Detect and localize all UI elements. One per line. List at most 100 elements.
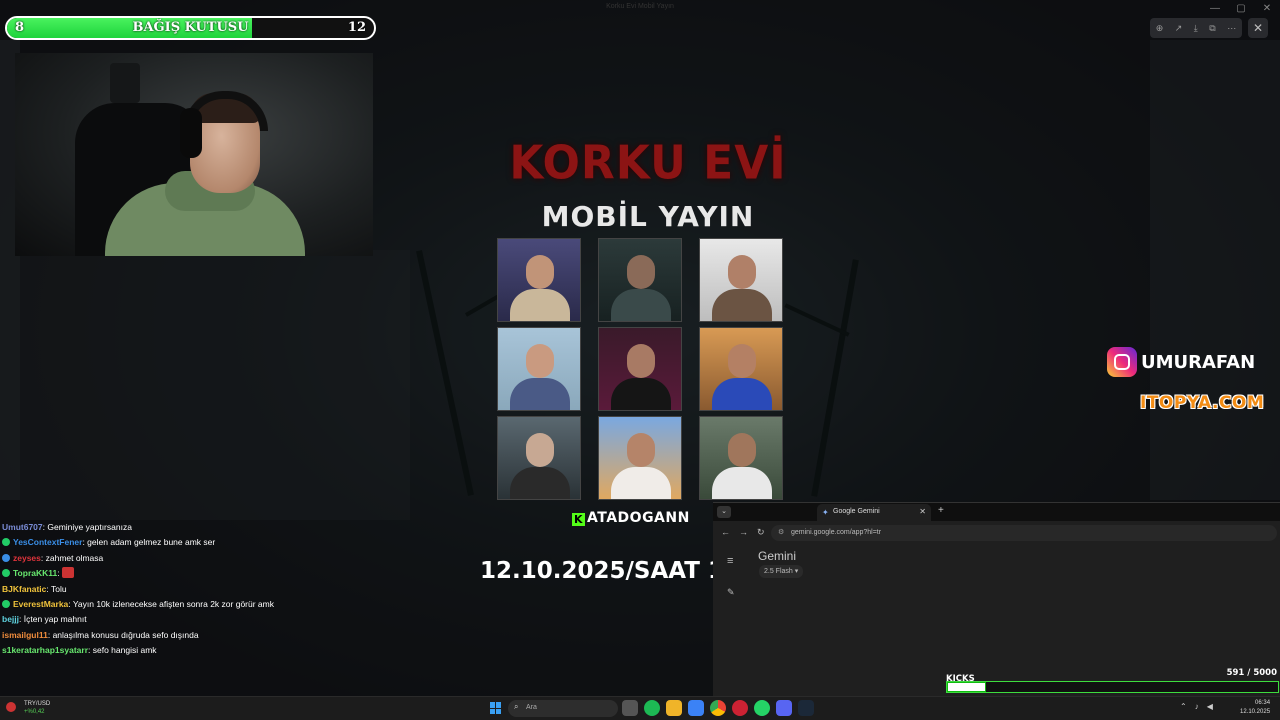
brand-name: ATADOGANN	[587, 510, 690, 526]
open-icon[interactable]: ⧉	[1209, 23, 1215, 34]
model-selector[interactable]: 2.5 Flash ▾	[759, 565, 804, 578]
chat-text: : Tolu	[46, 583, 67, 594]
kick-logo-icon: K	[572, 513, 585, 526]
maximize-icon[interactable]: ▢	[1228, 0, 1254, 16]
participant-photo	[699, 327, 783, 411]
windows-start-icon[interactable]	[490, 702, 502, 714]
chat-message: YesContextFener: gelen adam gelmez bune …	[2, 535, 422, 550]
chat-message: EverestMarka: Yayın 10k izlenecekse afiş…	[2, 597, 422, 612]
new-tab-icon[interactable]: +	[938, 505, 944, 516]
chat-text: : zahmet olmasa	[40, 552, 104, 563]
donation-goal-bar: 8 BAĞIŞ KUTUSU 12	[5, 16, 376, 40]
poster-brand: K ATADOGANN	[572, 510, 690, 526]
site-info-icon[interactable]: ⚙	[778, 528, 784, 536]
microphone-icon[interactable]: ♪	[1195, 702, 1199, 711]
kicks-count: 591 / 5000	[1226, 668, 1277, 678]
chrome-icon[interactable]	[710, 700, 726, 716]
chat-message: bejjj: İçten yap mahnıt	[2, 612, 422, 627]
webcam-feed	[15, 53, 373, 256]
address-bar[interactable]: ⚙ gemini.google.com/app?hl=tr	[771, 525, 1277, 541]
chat-username[interactable]: bejjj	[2, 614, 19, 624]
search-icon: ⌕	[514, 702, 519, 711]
reload-icon[interactable]: ↻	[757, 527, 765, 538]
whatsapp-icon[interactable]	[754, 700, 770, 716]
chat-username[interactable]: ismailgul11	[2, 630, 48, 640]
close-window-icon[interactable]: ✕	[1254, 0, 1280, 16]
discord-icon[interactable]	[776, 700, 792, 716]
system-tray: ⌃ ♪ ◀	[1180, 702, 1213, 711]
stream-screen: Korku Evi Mobil Yayın — ▢ ✕ ⊕ ↗ ⤓ ⧉ ⋯ ✕ …	[0, 0, 1280, 720]
download-icon[interactable]: ⤓	[1194, 23, 1198, 34]
tab-search-icon[interactable]: ⌄	[717, 506, 731, 518]
spotify-icon[interactable]	[644, 700, 660, 716]
search-placeholder: Ara	[526, 704, 537, 711]
browser-window: ⌄ ✦ Google Gemini ✕ + ← → ↻ ⚙ gemini.goo…	[713, 502, 1280, 696]
window-controls: — ▢ ✕	[1202, 0, 1280, 16]
chat-message: TopraKK11:	[2, 566, 422, 581]
zoom-icon[interactable]: ⊕	[1156, 23, 1164, 34]
window-title: Korku Evi Mobil Yayın	[606, 3, 674, 10]
more-icon[interactable]: ⋯	[1227, 23, 1236, 34]
chat-username[interactable]: zeyses	[13, 553, 41, 563]
gemini-icon: ✦	[822, 508, 829, 517]
badge-icon	[2, 600, 10, 609]
chat-username[interactable]: TopraKK11	[13, 568, 57, 578]
chat-username[interactable]: EverestMarka	[13, 599, 68, 609]
currency-icon	[6, 702, 16, 712]
tab-close-icon[interactable]: ✕	[919, 507, 926, 516]
menu-icon[interactable]: ≡	[727, 555, 733, 567]
tray-chevron-icon[interactable]: ⌃	[1180, 702, 1187, 711]
chat-text: : İçten yap mahnıt	[19, 614, 87, 625]
nav-bar: ← → ↻ ⚙ gemini.google.com/app?hl=tr	[713, 521, 1280, 545]
poster-date: 12.10.2025/SAAT 18:00	[480, 558, 720, 584]
emote-icon	[62, 567, 74, 579]
clock-time: 06:34	[1255, 700, 1271, 706]
badge-icon	[2, 538, 10, 547]
opera-icon[interactable]	[732, 700, 748, 716]
chat-username[interactable]: s1keratarhap1syatarr	[2, 645, 88, 655]
chat-message: s1keratarhap1syatarr: sefo hangisi amk	[2, 643, 422, 658]
participant-grid	[497, 238, 783, 500]
new-chat-icon[interactable]: ✎	[727, 587, 735, 598]
lamp-shape	[110, 63, 140, 103]
chat-message: zeyses: zahmet olmasa	[2, 551, 422, 566]
viewer-close-icon[interactable]: ✕	[1248, 18, 1268, 38]
forward-icon[interactable]: →	[739, 527, 748, 537]
tab-gemini[interactable]: ✦ Google Gemini ✕	[817, 504, 931, 521]
ticker-name: TRY/USD	[24, 701, 51, 707]
kicks-progress-bar	[946, 681, 1279, 693]
minimize-icon[interactable]: —	[1202, 0, 1228, 16]
gemini-title: Gemini	[758, 549, 797, 563]
chat-text: : Geminiye yaptırsanıza	[42, 522, 132, 532]
clock[interactable]: 06:34 12.10.2025	[1240, 699, 1270, 717]
chat-username[interactable]: Umut6707	[2, 522, 43, 532]
chat-text: : Yayın 10k izlenecekse afişten sonra 2k…	[68, 599, 274, 610]
chat-message: ismailgul11: anlaşılma konusu dığruda se…	[2, 628, 422, 643]
clock-date: 12.10.2025	[1240, 709, 1271, 715]
share-icon[interactable]: ↗	[1175, 23, 1183, 34]
outlook-icon[interactable]	[688, 700, 704, 716]
task-view-icon[interactable]	[622, 700, 638, 716]
sponsor-site: ITOPYA.COM	[1140, 393, 1265, 413]
back-icon[interactable]: ←	[721, 527, 730, 537]
file-explorer-icon[interactable]	[666, 700, 682, 716]
member-panel	[1150, 40, 1280, 500]
ticker-widget[interactable]: TRY/USD +%0,42	[6, 700, 50, 716]
badge-icon	[2, 553, 10, 562]
chat-username[interactable]: BJKfanatic	[2, 584, 46, 594]
volume-icon[interactable]: ◀	[1207, 702, 1213, 711]
participant-photo	[598, 416, 682, 500]
chat-text: : sefo hangisi amk	[88, 645, 157, 656]
participant-photo	[598, 327, 682, 411]
participant-photo	[598, 238, 682, 322]
taskbar-search[interactable]: ⌕ Ara	[508, 700, 618, 717]
url-text: gemini.google.com/app?hl=tr	[791, 529, 882, 536]
participant-photo	[699, 238, 783, 322]
badge-icon	[2, 569, 10, 578]
instagram-icon	[1107, 347, 1137, 377]
steam-icon[interactable]	[798, 700, 814, 716]
participant-photo	[699, 416, 783, 500]
tab-title: Google Gemini	[833, 508, 880, 515]
chat-username[interactable]: YesContextFener	[13, 537, 82, 547]
chat-text: :	[57, 568, 60, 579]
